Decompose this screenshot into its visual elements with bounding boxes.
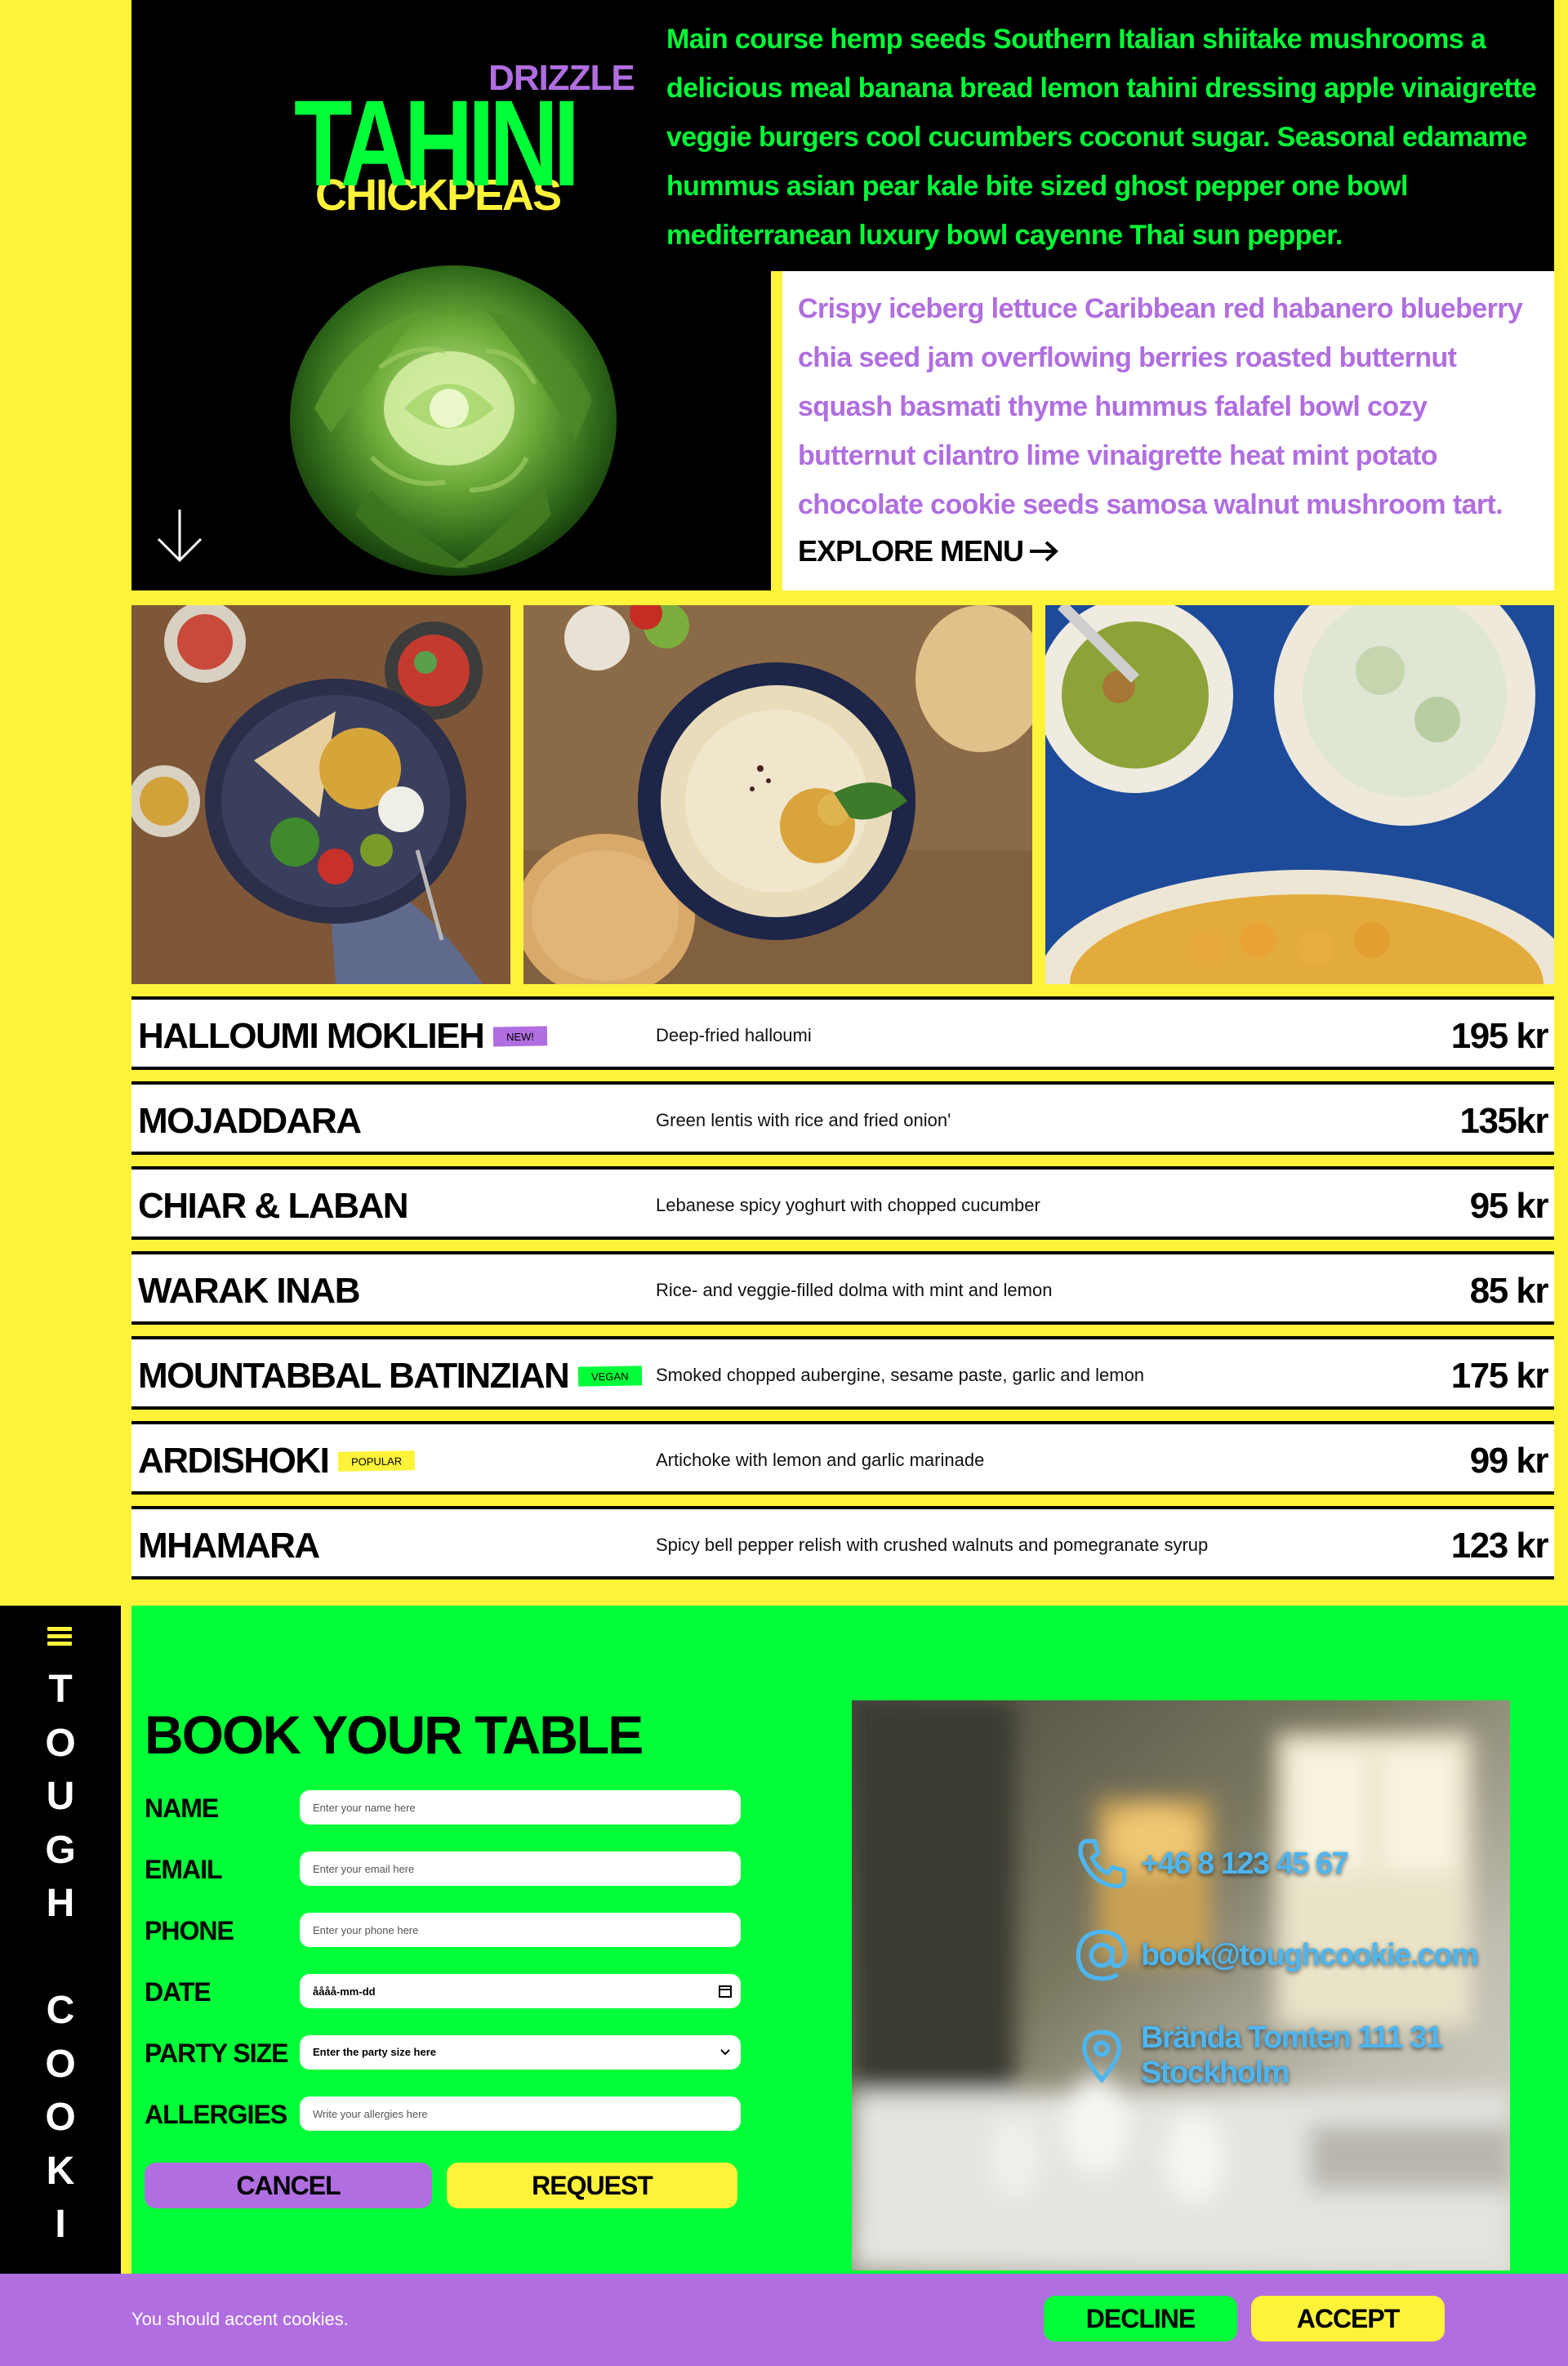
menu-item[interactable]: MHAMARA Spicy bell pepper relish with cr… <box>131 1506 1554 1580</box>
dish-price: 85 kr <box>1469 1271 1549 1311</box>
cookie-banner: You should accent cookies. DECLINE ACCEP… <box>0 2274 1568 2366</box>
dish-description: Spicy bell pepper relish with crushed wa… <box>656 1535 1209 1555</box>
restaurant-contact-panel: +46 8 123 45 67 book@toughcookie.com Brä… <box>852 1700 1510 2270</box>
sidebar: T O U G H C O O K I <box>0 1606 121 2274</box>
food-photo-salad-bowl <box>131 605 510 984</box>
allergies-label: ALLERGIES <box>145 2100 287 2129</box>
party-size-label: PARTY SIZE <box>145 2039 289 2068</box>
name-label: NAME <box>145 1793 219 1823</box>
brand-letter: H <box>46 1882 75 1925</box>
decline-cookies-button[interactable]: DECLINE <box>1044 2296 1237 2341</box>
menu-item[interactable]: WARAK INAB Rice- and veggie-filled dolma… <box>131 1251 1554 1325</box>
badge-popular: POPULAR <box>338 1450 416 1472</box>
badge-new: NEW! <box>493 1026 548 1047</box>
contact-address[interactable]: Brända Tomten 111 31 Stockholm <box>1074 2021 1510 2091</box>
booking-title: BOOK YOUR TABLE <box>145 1704 644 1765</box>
map-pin-icon <box>1082 2030 1121 2083</box>
allergies-input[interactable] <box>300 2096 741 2131</box>
dish-name: HALLOUMI MOKLIEH NEW! <box>138 1016 548 1057</box>
accept-cookies-button[interactable]: ACCEPT <box>1251 2296 1445 2341</box>
dish-price: 135kr <box>1459 1101 1548 1141</box>
email-address: book@toughcookie.com <box>1141 1937 1479 1972</box>
party-size-select[interactable]: Enter the party size here <box>300 2035 741 2070</box>
contact-phone[interactable]: +46 8 123 45 67 <box>1074 1836 1349 1891</box>
dish-description: Smoked chopped aubergine, sesame paste, … <box>656 1365 1145 1385</box>
dish-name: MOUNTABBAL BATINZIAN VEGAN <box>138 1356 642 1397</box>
brand-letter <box>0 1931 121 1985</box>
dish-description: Artichoke with lemon and garlic marinade <box>656 1450 985 1470</box>
phone-input[interactable] <box>300 1913 741 1947</box>
menu-item[interactable]: MOJADDARA Green lentis with rice and fri… <box>131 1081 1554 1155</box>
menu-list: HALLOUMI MOKLIEH NEW! Deep-fried halloumi… <box>131 996 1554 1591</box>
badge-vegan: VEGAN <box>578 1366 642 1387</box>
brand-letter: O <box>45 2042 76 2086</box>
scroll-down-arrow-icon[interactable] <box>154 506 206 565</box>
date-row: DATE <box>145 1974 749 2010</box>
dish-name: WARAK INAB <box>138 1271 360 1311</box>
hero-secondary-text: Crispy iceberg lettuce Caribbean red hab… <box>798 293 1523 520</box>
cookie-message: You should accent cookies. <box>131 2309 349 2329</box>
brand-letter: I <box>55 2203 66 2246</box>
dish-name: CHIAR & LABAN <box>138 1186 409 1226</box>
name-row: NAME <box>145 1790 749 1826</box>
food-photo-hummus <box>523 605 1032 984</box>
contact-email[interactable]: book@toughcookie.com <box>1074 1927 1479 1983</box>
dish-name: MOJADDARA <box>138 1101 362 1141</box>
street-address: Brända Tomten 111 31 Stockholm <box>1141 2021 1443 2090</box>
phone-label: PHONE <box>145 1916 234 1945</box>
phone-number: +46 8 123 45 67 <box>1141 1846 1349 1881</box>
request-button[interactable]: REQUEST <box>447 2163 737 2208</box>
cancel-button[interactable]: CANCEL <box>145 2163 432 2208</box>
allergies-row: ALLERGIES <box>145 2096 749 2132</box>
restaurant-interior-image <box>852 1700 1510 2270</box>
logo-word-tahini: TAHINI <box>294 74 580 212</box>
booking-section: BOOK YOUR TABLE NAME EMAIL PHONE DATE PA… <box>131 1606 1568 2274</box>
hamburger-menu-icon[interactable] <box>47 1627 72 1648</box>
menu-item[interactable]: MOUNTABBAL BATINZIAN VEGAN Smoked chopped… <box>131 1336 1554 1410</box>
at-sign-icon <box>1076 1929 1128 1981</box>
party-size-row: PARTY SIZE Enter the party size here <box>145 2035 749 2071</box>
lettuce-image <box>290 265 617 576</box>
explore-menu-link[interactable]: EXPLORE MENU <box>798 534 1059 568</box>
email-row: EMAIL <box>145 1851 749 1887</box>
logo-word-drizzle: DRIZZLE <box>488 58 635 98</box>
email-input[interactable] <box>300 1851 741 1886</box>
brand-letter: U <box>46 1775 75 1818</box>
food-photo-dips <box>1045 605 1554 984</box>
dish-name: ARDISHOKI POPULAR <box>138 1441 416 1482</box>
email-label: EMAIL <box>145 1855 223 1884</box>
brand-letter: O <box>45 2096 76 2139</box>
brand-vertical-text: T O U G H C O O K I <box>0 1663 121 2252</box>
brand-letter: C <box>46 1989 75 2032</box>
dish-name: MHAMARA <box>138 1526 320 1566</box>
menu-item[interactable]: HALLOUMI MOKLIEH NEW! Deep-fried halloumi… <box>131 996 1554 1070</box>
dish-description: Deep-fried halloumi <box>656 1025 812 1045</box>
arrow-right-icon <box>1030 541 1059 562</box>
brand-letter: G <box>45 1828 76 1872</box>
dish-price: 95 kr <box>1469 1186 1549 1226</box>
name-input[interactable] <box>300 1790 741 1825</box>
brand-letter: K <box>46 2149 75 2193</box>
dish-description: Lebanese spicy yoghurt with chopped cucu… <box>656 1195 1040 1215</box>
dish-price: 123 kr <box>1450 1526 1549 1566</box>
explore-menu-label: EXPLORE MENU <box>798 534 1024 568</box>
dish-price: 175 kr <box>1450 1356 1549 1396</box>
menu-item[interactable]: CHIAR & LABAN Lebanese spicy yoghurt wit… <box>131 1166 1554 1240</box>
dish-price: 99 kr <box>1469 1441 1549 1481</box>
date-label: DATE <box>145 1977 212 2007</box>
phone-row: PHONE <box>145 1913 749 1949</box>
dish-description: Rice- and veggie-filled dolma with mint … <box>656 1280 1053 1300</box>
brand-letter: O <box>45 1721 76 1765</box>
brand-letter: T <box>48 1668 73 1711</box>
date-input[interactable] <box>300 1974 741 2008</box>
dish-price: 195 kr <box>1450 1016 1549 1056</box>
menu-item[interactable]: ARDISHOKI POPULAR Artichoke with lemon an… <box>131 1421 1554 1495</box>
phone-icon <box>1078 1838 1127 1889</box>
dish-description: Green lentis with rice and fried onion' <box>656 1110 951 1130</box>
hero-intro-text: Main course hemp seeds Southern Italian … <box>666 24 1537 251</box>
